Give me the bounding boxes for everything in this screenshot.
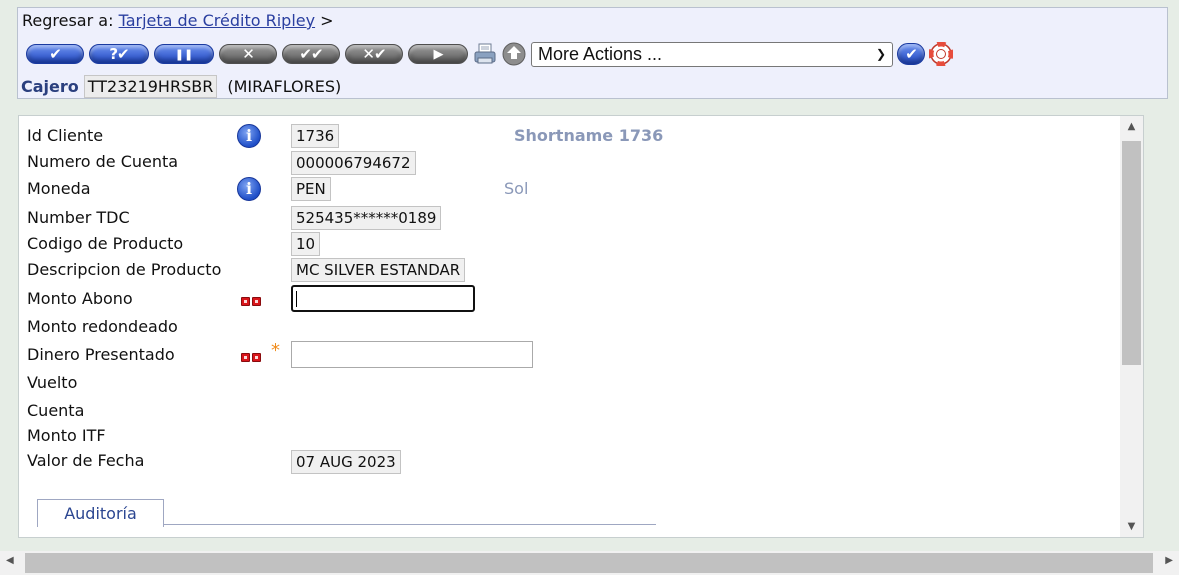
text-caret bbox=[296, 291, 297, 307]
dinero-presentado-input[interactable] bbox=[291, 341, 533, 368]
scroll-down-icon[interactable]: ▼ bbox=[1120, 521, 1143, 532]
double-check-icon: ✔✔ bbox=[299, 45, 323, 63]
info-icon[interactable]: i bbox=[237, 177, 261, 201]
go-button[interactable]: ✔ bbox=[897, 43, 925, 65]
valor-fecha-label: Valor de Fecha bbox=[27, 451, 145, 470]
cajero-label: Cajero bbox=[21, 77, 79, 96]
scrollbar-thumb[interactable] bbox=[1122, 141, 1141, 365]
x-check-icon: ✕✔ bbox=[362, 45, 386, 63]
info-icon[interactable]: i bbox=[237, 124, 261, 148]
validate-button[interactable]: ?✔ bbox=[89, 44, 149, 64]
tab-auditoria[interactable]: Auditoría bbox=[37, 499, 164, 527]
check-icon: ✔ bbox=[49, 45, 62, 63]
required-star-icon: * bbox=[271, 340, 280, 361]
id-cliente-description: Shortname 1736 bbox=[514, 126, 664, 145]
monto-abono-label: Monto Abono bbox=[27, 289, 133, 308]
question-check-icon: ?✔ bbox=[109, 45, 129, 63]
delete-button[interactable]: ✕ bbox=[219, 44, 277, 64]
number-tdc-label: Number TDC bbox=[27, 208, 130, 227]
cajero-row: Cajero TT23219HRSBR (MIRAFLORES) bbox=[21, 75, 341, 98]
calculator-icon[interactable] bbox=[241, 297, 261, 306]
scrollbar-thumb[interactable] bbox=[25, 553, 1153, 573]
valor-fecha-value: 07 AUG 2023 bbox=[291, 450, 401, 474]
more-actions-value: More Actions ... bbox=[538, 43, 663, 64]
numero-cuenta-label: Numero de Cuenta bbox=[27, 152, 179, 171]
monto-redondeado-label: Monto redondeado bbox=[27, 317, 178, 336]
breadcrumb-separator: > bbox=[320, 11, 334, 30]
printer-icon bbox=[474, 43, 496, 64]
upload-button[interactable] bbox=[502, 42, 526, 66]
calculator-icon[interactable] bbox=[241, 353, 261, 362]
authorise-button[interactable]: ✔✔ bbox=[282, 44, 340, 64]
scroll-left-icon[interactable]: ◀ bbox=[6, 555, 14, 566]
cajero-branch: (MIRAFLORES) bbox=[227, 77, 342, 96]
numero-cuenta-value: 000006794672 bbox=[291, 151, 416, 175]
check-icon: ✔ bbox=[905, 45, 918, 63]
form-panel: Id Cliente i 1736 Shortname 1736 Numero … bbox=[18, 115, 1144, 538]
back-link[interactable]: Tarjeta de Crédito Ripley bbox=[119, 11, 316, 30]
cajero-value: TT23219HRSBR bbox=[83, 75, 218, 98]
print-button[interactable] bbox=[473, 42, 497, 66]
moneda-label: Moneda bbox=[27, 179, 91, 198]
hold-button[interactable]: ❚❚ bbox=[154, 44, 214, 64]
pause-icon: ❚❚ bbox=[174, 47, 194, 61]
codigo-producto-value: 10 bbox=[291, 232, 321, 256]
descripcion-producto-label: Descripcion de Producto bbox=[27, 260, 222, 279]
dinero-presentado-label: Dinero Presentado bbox=[27, 345, 175, 364]
transaction-header: Regresar a: Tarjeta de Crédito Ripley > … bbox=[17, 7, 1168, 99]
upload-icon bbox=[502, 42, 526, 66]
chevron-down-icon: ❯ bbox=[875, 47, 886, 61]
scroll-up-icon[interactable]: ▲ bbox=[1120, 121, 1143, 132]
help-button[interactable] bbox=[929, 42, 953, 66]
cuenta-label: Cuenta bbox=[27, 401, 85, 420]
vertical-scrollbar[interactable]: ▲ ▼ bbox=[1120, 116, 1143, 537]
descripcion-producto-value: MC SILVER ESTANDAR bbox=[291, 258, 466, 282]
breadcrumb: Regresar a: Tarjeta de Crédito Ripley > bbox=[22, 11, 334, 30]
monto-itf-label: Monto ITF bbox=[27, 426, 106, 445]
id-cliente-value: 1736 bbox=[291, 124, 340, 148]
codigo-producto-label: Codigo de Producto bbox=[27, 234, 184, 253]
x-icon: ✕ bbox=[242, 45, 255, 63]
next-button[interactable]: ▶ bbox=[408, 44, 468, 64]
vuelto-label: Vuelto bbox=[27, 373, 78, 392]
monto-abono-input[interactable] bbox=[291, 285, 475, 312]
commit-button[interactable]: ✔ bbox=[26, 44, 84, 64]
moneda-description: Sol bbox=[504, 179, 529, 198]
scroll-right-icon[interactable]: ▶ bbox=[1165, 555, 1173, 566]
horizontal-scrollbar[interactable]: ◀ ▶ bbox=[0, 551, 1179, 575]
toolbar: ✔ ?✔ ❚❚ ✕ ✔✔ ✕✔ ▶ More Actions ... ❯ ✔ bbox=[26, 41, 958, 67]
reverse-button[interactable]: ✕✔ bbox=[345, 44, 403, 64]
moneda-value: PEN bbox=[291, 177, 331, 201]
number-tdc-value: 525435******0189 bbox=[291, 206, 442, 230]
more-actions-select[interactable]: More Actions ... ❯ bbox=[531, 41, 893, 67]
id-cliente-label: Id Cliente bbox=[27, 126, 104, 145]
arrow-right-icon: ▶ bbox=[433, 46, 444, 62]
lifebuoy-icon bbox=[929, 42, 953, 66]
breadcrumb-prefix: Regresar a: bbox=[22, 11, 114, 30]
